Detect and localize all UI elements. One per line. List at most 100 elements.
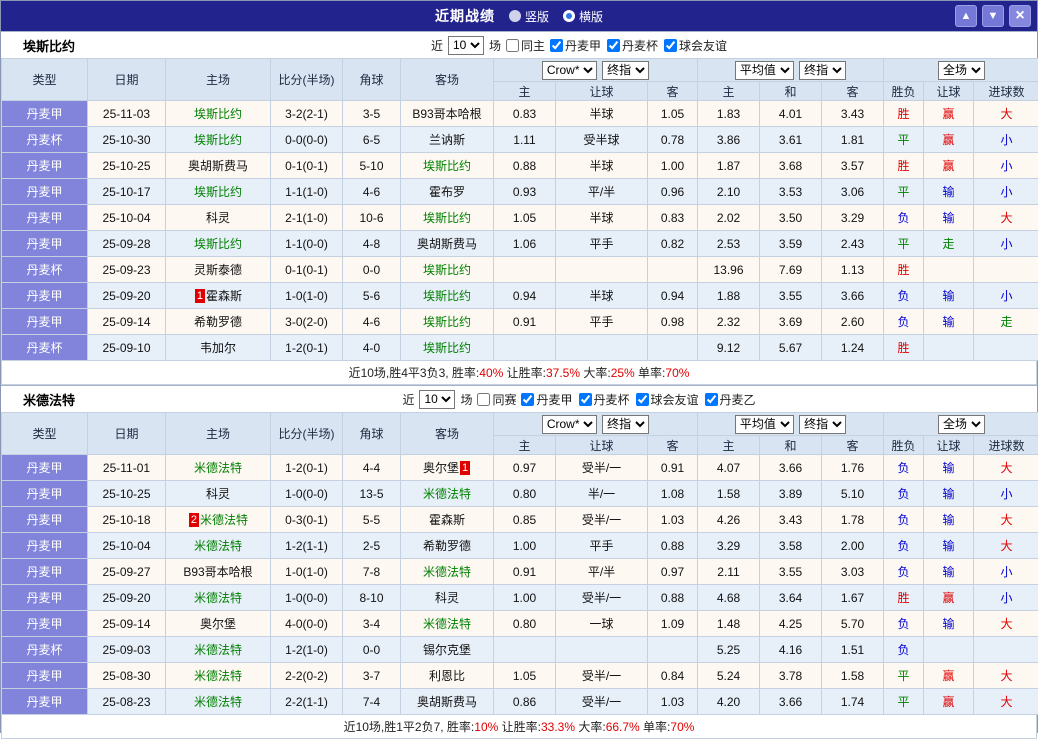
match-row: 丹麦甲 25-09-27 B93哥本哈根 1-0(1-0) 7-8 米德法特 0… bbox=[2, 559, 1038, 585]
away-team-cell[interactable]: B93哥本哈根 bbox=[401, 101, 494, 127]
home-team-cell[interactable]: 米德法特 bbox=[166, 585, 271, 611]
away-team-cell[interactable]: 埃斯比约 bbox=[401, 205, 494, 231]
league-checkbox[interactable] bbox=[636, 393, 649, 406]
odds-away-cell: 0.88 bbox=[648, 585, 698, 611]
avg-draw-cell: 7.69 bbox=[760, 257, 822, 283]
league-filter[interactable]: 球会友谊 bbox=[664, 37, 727, 54]
away-team-cell[interactable]: 埃斯比约 bbox=[401, 309, 494, 335]
sub-header-handicap-result: 让球 bbox=[924, 436, 974, 455]
match-row: 丹麦甲 25-10-04 科灵 2-1(1-0) 10-6 埃斯比约 1.05 … bbox=[2, 205, 1038, 231]
home-team-cell[interactable]: 奥尔堡 bbox=[166, 611, 271, 637]
sub-header-avg-draw: 和 bbox=[760, 436, 822, 455]
summary-segment: 70% bbox=[665, 366, 689, 380]
away-team-cell[interactable]: 希勒罗德 bbox=[401, 533, 494, 559]
home-team-cell[interactable]: 2米德法特 bbox=[166, 507, 271, 533]
home-team-cell[interactable]: 埃斯比约 bbox=[166, 231, 271, 257]
away-team-cell[interactable]: 霍森斯 bbox=[401, 507, 494, 533]
odds-company-select[interactable]: Crow* bbox=[542, 415, 597, 434]
league-filters: 丹麦甲丹麦杯球会友谊丹麦乙 bbox=[521, 391, 755, 408]
summary-segment: 让胜率: bbox=[498, 718, 541, 735]
away-team-cell[interactable]: 米德法特 bbox=[401, 611, 494, 637]
home-team-name: 米德法特 bbox=[194, 591, 242, 605]
move-down-button[interactable]: ▼ bbox=[982, 5, 1004, 27]
home-team-cell[interactable]: 韦加尔 bbox=[166, 335, 271, 361]
away-team-cell[interactable]: 埃斯比约 bbox=[401, 153, 494, 179]
home-team-cell[interactable]: B93哥本哈根 bbox=[166, 559, 271, 585]
home-team-cell[interactable]: 埃斯比约 bbox=[166, 179, 271, 205]
away-team-cell[interactable]: 科灵 bbox=[401, 585, 494, 611]
avg-draw-cell: 3.43 bbox=[760, 507, 822, 533]
avg-draw-cell: 3.66 bbox=[760, 689, 822, 715]
league-checkbox[interactable] bbox=[664, 39, 677, 52]
score-cell: 2-1(1-0) bbox=[271, 205, 343, 231]
league-filter[interactable]: 球会友谊 bbox=[636, 391, 699, 408]
match-count-select[interactable]: 10 bbox=[419, 390, 455, 409]
home-team-cell[interactable]: 奥胡斯费马 bbox=[166, 153, 271, 179]
sub-header-avg-home: 主 bbox=[698, 436, 760, 455]
odds-company-select[interactable]: Crow* bbox=[542, 61, 597, 80]
away-team-cell[interactable]: 埃斯比约 bbox=[401, 335, 494, 361]
home-team-cell[interactable]: 科灵 bbox=[166, 481, 271, 507]
home-team-cell[interactable]: 1霍森斯 bbox=[166, 283, 271, 309]
match-count-select[interactable]: 10 bbox=[448, 36, 484, 55]
odds-home-cell: 1.11 bbox=[494, 127, 556, 153]
home-team-cell[interactable]: 米德法特 bbox=[166, 663, 271, 689]
away-team-cell[interactable]: 米德法特 bbox=[401, 481, 494, 507]
away-team-cell[interactable]: 奥胡斯费马 bbox=[401, 689, 494, 715]
layout-vertical-radio[interactable]: 竖版 bbox=[509, 8, 549, 25]
result-cell: 平 bbox=[884, 663, 924, 689]
odds-stage-select[interactable]: 终指 bbox=[602, 61, 649, 80]
avg-stage-select[interactable]: 终指 bbox=[799, 415, 846, 434]
league-checkbox[interactable] bbox=[579, 393, 592, 406]
home-team-cell[interactable]: 埃斯比约 bbox=[166, 101, 271, 127]
scope-select[interactable]: 全场 bbox=[938, 415, 985, 434]
same-filter[interactable]: 同主 bbox=[506, 37, 545, 54]
away-team-cell[interactable]: 米德法特 bbox=[401, 559, 494, 585]
away-team-name: 埃斯比约 bbox=[423, 315, 471, 329]
league-filter[interactable]: 丹麦甲 bbox=[550, 37, 601, 54]
same-filter[interactable]: 同赛 bbox=[477, 391, 516, 408]
score-cell: 1-2(0-1) bbox=[271, 455, 343, 481]
home-team-cell[interactable]: 米德法特 bbox=[166, 455, 271, 481]
away-team-cell[interactable]: 埃斯比约 bbox=[401, 283, 494, 309]
away-team-cell[interactable]: 埃斯比约 bbox=[401, 257, 494, 283]
league-filter[interactable]: 丹麦杯 bbox=[607, 37, 658, 54]
avg-source-select[interactable]: 平均值 bbox=[735, 61, 794, 80]
home-team-cell[interactable]: 灵斯泰德 bbox=[166, 257, 271, 283]
date-cell: 25-10-25 bbox=[88, 153, 166, 179]
away-team-cell[interactable]: 霍布罗 bbox=[401, 179, 494, 205]
home-team-cell[interactable]: 希勒罗德 bbox=[166, 309, 271, 335]
odds-stage-select[interactable]: 终指 bbox=[602, 415, 649, 434]
league-filter[interactable]: 丹麦乙 bbox=[705, 391, 756, 408]
league-checkbox[interactable] bbox=[550, 39, 563, 52]
league-checkbox[interactable] bbox=[607, 39, 620, 52]
odds-home-cell: 1.05 bbox=[494, 663, 556, 689]
home-team-cell[interactable]: 科灵 bbox=[166, 205, 271, 231]
avg-stage-select[interactable]: 终指 bbox=[799, 61, 846, 80]
away-team-cell[interactable]: 奥胡斯费马 bbox=[401, 231, 494, 257]
home-team-cell[interactable]: 米德法特 bbox=[166, 689, 271, 715]
league-checkbox[interactable] bbox=[705, 393, 718, 406]
away-team-cell[interactable]: 利恩比 bbox=[401, 663, 494, 689]
date-cell: 25-11-03 bbox=[88, 101, 166, 127]
scope-select[interactable]: 全场 bbox=[938, 61, 985, 80]
same-checkbox[interactable] bbox=[477, 393, 490, 406]
avg-source-select[interactable]: 平均值 bbox=[735, 415, 794, 434]
away-team-cell[interactable]: 锡尔克堡 bbox=[401, 637, 494, 663]
league-checkbox[interactable] bbox=[521, 393, 534, 406]
league-filter[interactable]: 丹麦杯 bbox=[579, 391, 630, 408]
league-filter[interactable]: 丹麦甲 bbox=[521, 391, 572, 408]
home-team-cell[interactable]: 米德法特 bbox=[166, 533, 271, 559]
move-up-button[interactable]: ▲ bbox=[955, 5, 977, 27]
match-row: 丹麦甲 25-09-20 1霍森斯 1-0(1-0) 5-6 埃斯比约 0.94… bbox=[2, 283, 1038, 309]
home-team-cell[interactable]: 埃斯比约 bbox=[166, 127, 271, 153]
away-team-cell[interactable]: 奥尔堡1 bbox=[401, 455, 494, 481]
home-team-cell[interactable]: 米德法特 bbox=[166, 637, 271, 663]
away-team-cell[interactable]: 兰讷斯 bbox=[401, 127, 494, 153]
same-checkbox[interactable] bbox=[506, 39, 519, 52]
home-team-name: B93哥本哈根 bbox=[183, 565, 252, 579]
goals-result-cell: 小 bbox=[974, 559, 1038, 585]
avg-home-cell: 1.88 bbox=[698, 283, 760, 309]
layout-horizontal-radio[interactable]: 横版 bbox=[563, 8, 603, 25]
close-button[interactable]: × bbox=[1009, 5, 1031, 27]
